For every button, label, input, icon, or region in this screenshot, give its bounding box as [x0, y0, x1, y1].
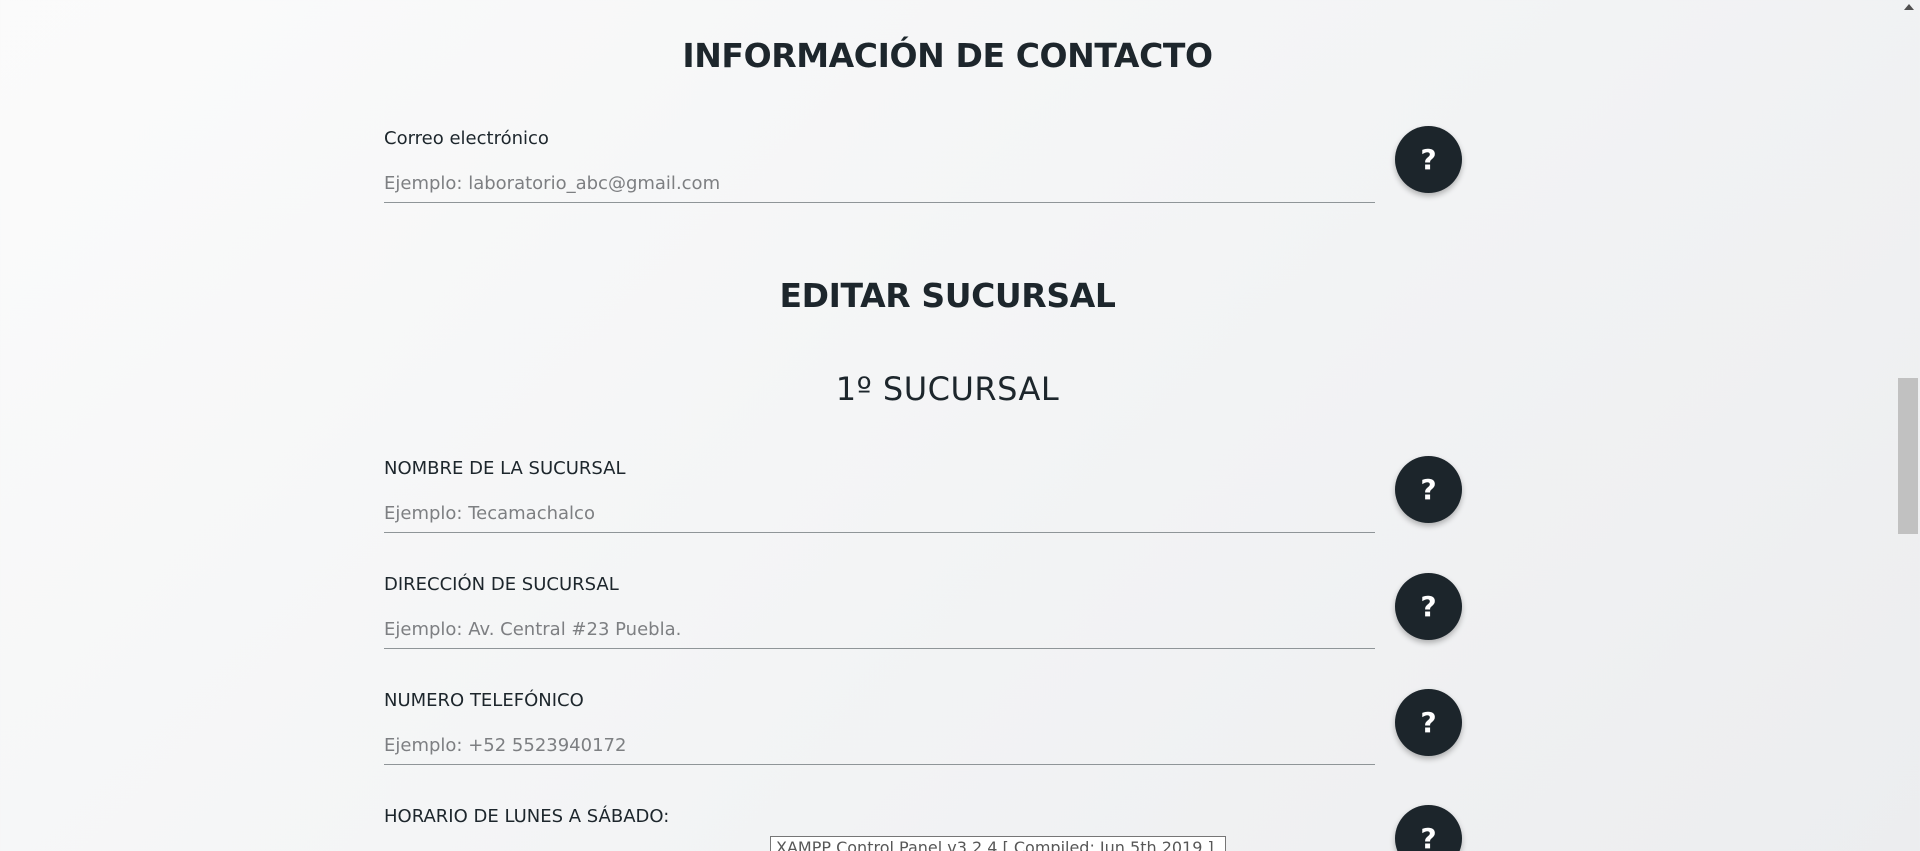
- schedule-mon-sat-label: HORARIO DE LUNES A SÁBADO:: [384, 806, 670, 827]
- email-help-button[interactable]: ?: [1395, 126, 1462, 193]
- phone-number-help-button[interactable]: ?: [1395, 689, 1462, 756]
- email-field[interactable]: [384, 164, 1375, 203]
- question-mark-icon: ?: [1420, 473, 1437, 506]
- branch-name-input[interactable]: [384, 494, 1375, 533]
- question-mark-icon: ?: [1420, 143, 1437, 176]
- scrollbar-thumb[interactable]: [1898, 378, 1918, 534]
- email-field-label: Correo electrónico: [384, 128, 549, 149]
- contact-section-title: INFORMACIÓN DE CONTACTO: [682, 36, 1213, 75]
- branch-name-label: NOMBRE DE LA SUCURSAL: [384, 458, 626, 479]
- question-mark-icon: ?: [1420, 822, 1437, 851]
- phone-number-label: NUMERO TELEFÓNICO: [384, 690, 584, 711]
- branch-address-input[interactable]: [384, 610, 1375, 649]
- phone-number-field-group: NUMERO TELEFÓNICO: [384, 690, 1375, 776]
- question-mark-icon: ?: [1420, 590, 1437, 623]
- xampp-tooltip: XAMPP Control Panel v3.2.4 [ Compiled: J…: [770, 836, 1226, 851]
- arrow-up-icon[interactable]: [1904, 4, 1914, 10]
- branch-address-help-button[interactable]: ?: [1395, 573, 1462, 640]
- branch-name-help-button[interactable]: ?: [1395, 456, 1462, 523]
- branch-address-label: DIRECCIÓN DE SUCURSAL: [384, 574, 619, 595]
- branch-name-field-group: NOMBRE DE LA SUCURSAL: [384, 458, 1375, 544]
- branch-number-title: 1º SUCURSAL: [835, 370, 1060, 408]
- vertical-scrollbar[interactable]: [1895, 0, 1920, 851]
- phone-number-input[interactable]: [384, 726, 1375, 765]
- edit-branch-title: EDITAR SUCURSAL: [779, 276, 1116, 315]
- email-field-group: Correo electrónico: [384, 128, 1375, 214]
- schedule-help-button[interactable]: ?: [1395, 805, 1462, 851]
- branch-address-field-group: DIRECCIÓN DE SUCURSAL: [384, 574, 1375, 660]
- question-mark-icon: ?: [1420, 706, 1437, 739]
